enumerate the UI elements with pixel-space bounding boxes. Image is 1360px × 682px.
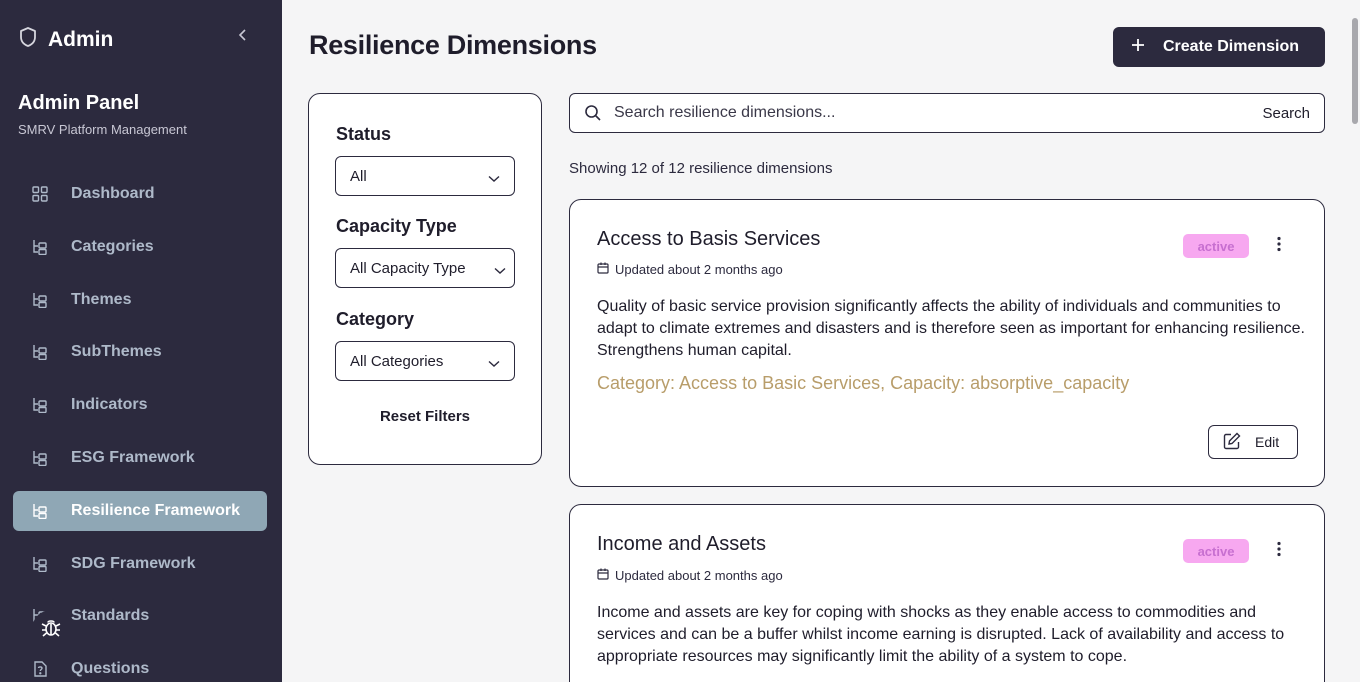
page-scrollbar[interactable] [1350,0,1360,682]
status-select[interactable]: All [335,156,515,196]
card-updated-text: Updated about 2 months ago [615,262,783,277]
category-select[interactable]: All Categories [335,341,515,381]
bug-icon [40,616,62,643]
sidebar-item-label: Indicators [71,396,148,414]
brand: Admin [18,26,113,53]
category-select-value: All Categories [350,352,444,370]
tree-icon [31,502,49,520]
chevron-down-icon [494,262,506,279]
category-filter-label: Category [336,309,415,329]
chevron-down-icon [488,170,500,187]
more-vertical-icon [1277,541,1281,562]
sidebar-item-indicators[interactable]: Indicators [13,385,267,425]
tree-icon [31,291,49,309]
collapse-sidebar-button[interactable] [234,28,252,46]
sidebar-item-label: SDG Framework [71,554,196,572]
card-updated-text: Updated about 2 months ago [615,568,783,583]
dimension-card: Income and Assets Updated about 2 months… [569,504,1325,682]
sidebar-item-label: Categories [71,237,154,255]
card-menu-button[interactable] [1268,235,1290,257]
edit-icon [1223,432,1241,453]
sidebar-item-esg-framework[interactable]: ESG Framework [13,438,267,478]
reset-filters-button[interactable]: Reset Filters [309,408,541,425]
sidebar-item-questions[interactable]: Questions [13,649,267,682]
tree-icon [31,555,49,573]
debug-button[interactable] [32,610,70,648]
status-badge: active [1183,234,1249,258]
create-dimension-button[interactable]: Create Dimension [1113,27,1325,67]
brand-title: Admin [48,27,114,51]
sidebar-item-label: Resilience Framework [71,501,240,519]
chevron-down-icon [488,355,500,372]
plus-icon [1131,38,1145,57]
card-updated: Updated about 2 months ago [597,262,783,277]
status-badge: active [1183,539,1249,563]
chevron-left-icon [238,28,248,46]
results-count: Showing 12 of 12 resilience dimensions [569,160,833,177]
capacity-select-value: All Capacity Type [350,259,466,277]
filters-panel: Status All Capacity Type All Capacity Ty… [308,93,542,465]
dimension-card: Access to Basis Services Updated about 2… [569,199,1325,487]
create-dimension-label: Create Dimension [1163,38,1300,55]
search-button[interactable]: Search [1262,105,1310,122]
scrollbar-thumb[interactable] [1352,18,1358,124]
sidebar-item-label: Standards [71,607,150,625]
search-icon [584,104,602,122]
tree-icon [31,396,49,414]
search-input[interactable]: Search resilience dimensions... [614,104,1262,122]
sidebar-item-label: ESG Framework [71,448,195,466]
sidebar-item-label: Dashboard [71,185,155,202]
card-meta: Category: Access to Basic Services, Capa… [597,373,1130,393]
sidebar-item-sdg-framework[interactable]: SDG Framework [13,544,267,584]
status-select-value: All [350,167,367,185]
tree-icon [31,343,49,361]
card-description: Income and assets are key for coping wit… [597,604,1285,665]
calendar-icon [597,568,609,583]
sidebar-item-label: Questions [71,660,150,678]
sidebar-nav: Dashboard Categories Themes SubThemes In… [13,174,267,682]
status-filter-label: Status [336,124,392,144]
help-icon [31,660,49,678]
calendar-icon [597,262,609,277]
sidebar-item-resilience-framework[interactable]: Resilience Framework [13,490,267,531]
search-bar[interactable]: Search resilience dimensions... Search [569,93,1325,133]
panel-subtitle: SMRV Platform Management [18,122,187,137]
sidebar-item-dashboard[interactable]: Dashboard [13,174,267,214]
page-title: Resilience Dimensions [309,30,597,60]
capacity-type-select[interactable]: All Capacity Type [335,248,515,288]
tree-icon [31,238,49,256]
sidebar-item-categories[interactable]: Categories [13,227,267,267]
sidebar-item-subthemes[interactable]: SubThemes [13,332,267,372]
panel-title: Admin Panel [18,92,140,114]
edit-label: Edit [1255,434,1280,450]
shield-icon [18,26,38,53]
sidebar: Admin Admin Panel SMRV Platform Manageme… [0,0,282,682]
sidebar-item-themes[interactable]: Themes [13,280,267,320]
sidebar-item-label: SubThemes [71,343,162,361]
tree-icon [31,449,49,467]
more-vertical-icon [1277,236,1281,257]
card-title: Access to Basis Services [597,228,821,250]
card-description: Quality of basic service provision signi… [597,298,1305,359]
sidebar-item-label: Themes [71,290,132,308]
card-title: Income and Assets [597,533,766,555]
edit-button[interactable]: Edit [1208,425,1298,459]
card-menu-button[interactable] [1268,540,1290,562]
grid-icon [31,185,49,203]
capacity-filter-label: Capacity Type [336,216,457,236]
card-updated: Updated about 2 months ago [597,568,783,583]
